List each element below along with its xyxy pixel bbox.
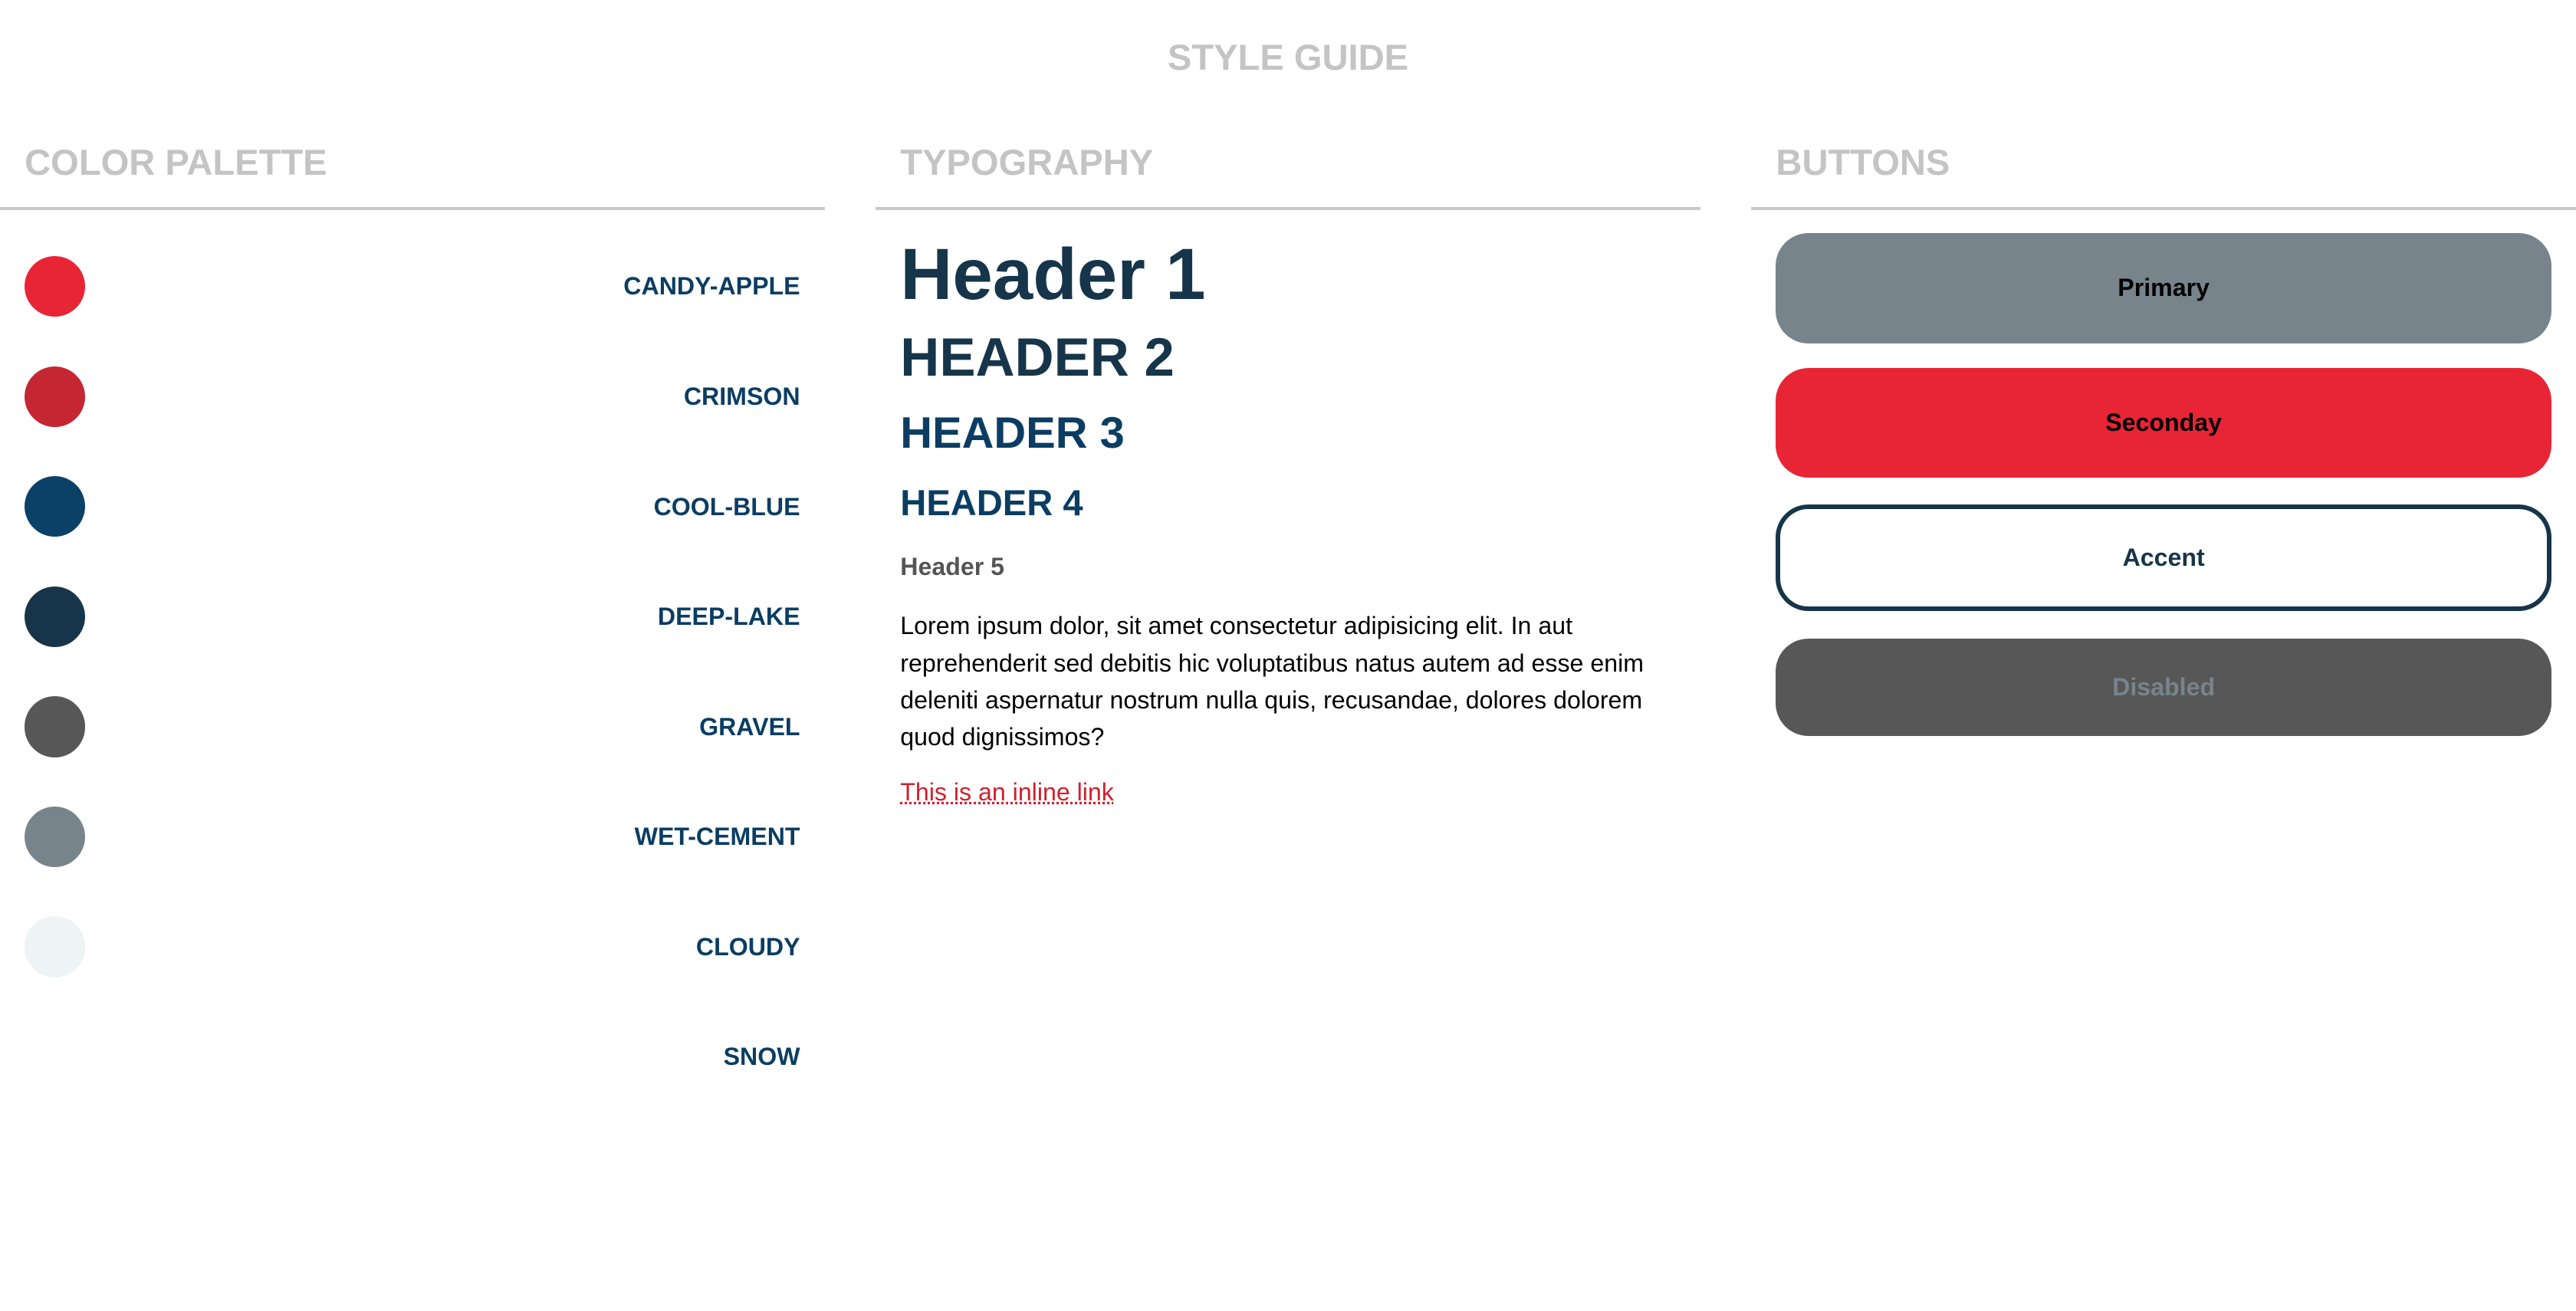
page-title: STYLE GUIDE bbox=[1167, 37, 1409, 78]
header-4-sample: HEADER 4 bbox=[900, 481, 1083, 523]
color-swatch bbox=[25, 806, 86, 868]
typography-heading: TYPOGRAPHY bbox=[876, 131, 1700, 210]
color-name: WET-CEMENT bbox=[634, 823, 800, 851]
color-swatch bbox=[25, 366, 86, 427]
disabled-button: Disabled bbox=[1776, 639, 2551, 736]
paragraph-sample: Lorem ipsum dolor, sit amet consectetur … bbox=[900, 612, 1644, 751]
swatch-row: CRIMSON bbox=[0, 343, 825, 454]
accent-button[interactable]: Accent bbox=[1776, 504, 2551, 611]
color-palette-section: COLOR PALETTE CANDY-APPLE CRIMSON COOL-BLU… bbox=[0, 131, 825, 1113]
color-name: COOL-BLUE bbox=[653, 492, 800, 521]
color-name: CLOUDY bbox=[695, 932, 800, 961]
secondary-button[interactable]: Seconday bbox=[1776, 367, 2551, 478]
typography-section: TYPOGRAPHY Header 1 HEADER 2 HEADER 3 HE… bbox=[876, 131, 1700, 807]
inline-link[interactable]: This is an inline link bbox=[900, 778, 1114, 807]
color-swatch bbox=[25, 696, 86, 757]
color-name: GRAVEL bbox=[699, 712, 800, 741]
swatch-row: DEEP-LAKE bbox=[0, 564, 825, 674]
swatch-list: CANDY-APPLE CRIMSON COOL-BLUE DEEP-LAKE GRAV… bbox=[0, 210, 825, 1114]
swatch-row: SNOW bbox=[0, 1004, 825, 1114]
swatch-row: GRAVEL bbox=[0, 673, 825, 784]
color-swatch bbox=[25, 916, 86, 978]
header-5-sample: Header 5 bbox=[900, 553, 1004, 581]
color-name: CRIMSON bbox=[683, 382, 800, 410]
color-swatch bbox=[25, 255, 86, 317]
color-swatch bbox=[25, 586, 86, 647]
buttons-heading: BUTTONS bbox=[1751, 131, 2576, 210]
color-swatch bbox=[25, 1026, 86, 1088]
swatch-row: CLOUDY bbox=[0, 893, 825, 1004]
header-1-sample: Header 1 bbox=[900, 233, 1206, 314]
swatch-row: WET-CEMENT bbox=[0, 784, 825, 894]
color-name: DEEP-LAKE bbox=[657, 603, 800, 631]
color-swatch bbox=[25, 476, 86, 537]
primary-button[interactable]: Primary bbox=[1776, 232, 2551, 343]
color-palette-heading: COLOR PALETTE bbox=[0, 131, 825, 210]
color-name: CANDY-APPLE bbox=[623, 272, 800, 301]
header-3-sample: HEADER 3 bbox=[900, 408, 1125, 458]
buttons-section: BUTTONS Primary Seconday Accent Disabled bbox=[1751, 131, 2576, 736]
swatch-row: CANDY-APPLE bbox=[0, 233, 825, 343]
color-name: SNOW bbox=[723, 1043, 800, 1071]
header-2-sample: HEADER 2 bbox=[900, 326, 1175, 387]
swatch-row: COOL-BLUE bbox=[0, 453, 825, 564]
